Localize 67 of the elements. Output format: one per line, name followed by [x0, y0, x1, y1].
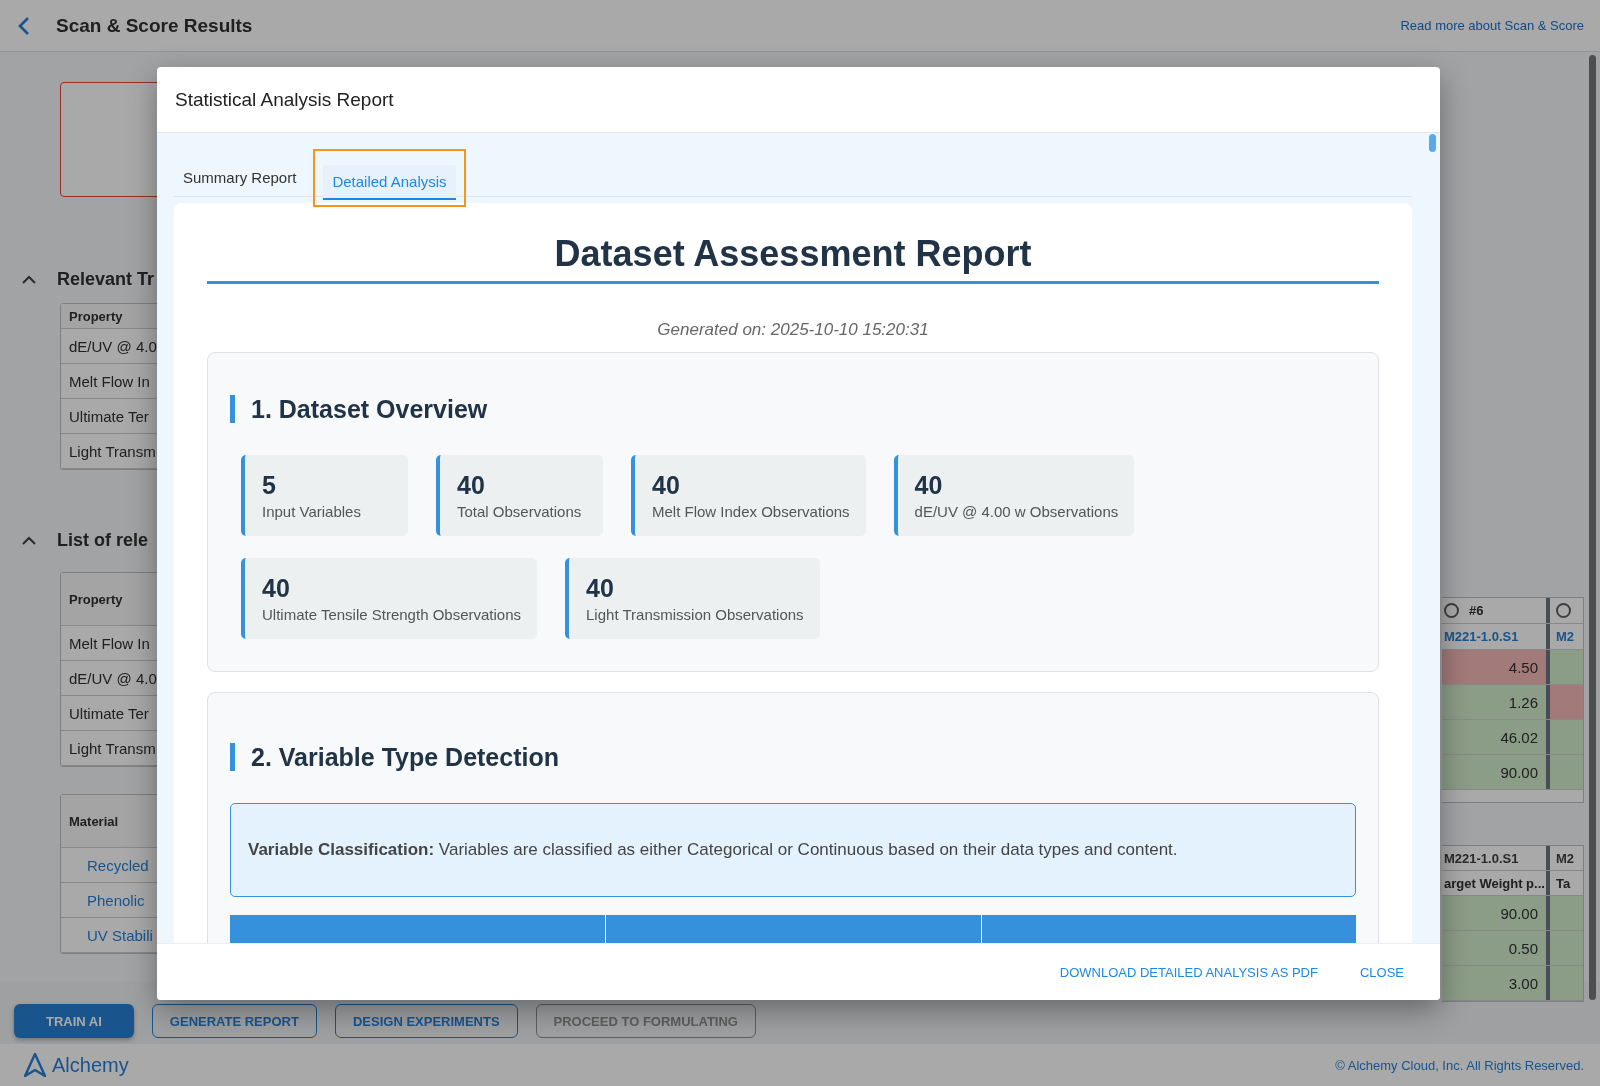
table-cell: Melt Flow In [69, 372, 150, 390]
stat-label: Light Transmission Observations [586, 606, 804, 623]
value-cell: 3.00 [1442, 966, 1550, 1000]
logo-icon [24, 1053, 46, 1077]
stat-value: 5 [262, 471, 277, 500]
table-cell: Ultimate Ter [69, 704, 149, 722]
table-cell: Melt Flow In [69, 634, 150, 652]
section-title: List of rele [57, 529, 149, 551]
action-button[interactable]: GENERATE REPORT [151, 1004, 317, 1038]
value-cell: 90.00 [1442, 755, 1550, 789]
material-link[interactable]: Phenolic [69, 891, 145, 909]
column-header: Ta [1556, 875, 1571, 891]
dialog-button[interactable]: CLOSE [1349, 956, 1414, 988]
column-header: Material [69, 813, 119, 829]
tab[interactable]: Detailed Analysis [323, 164, 456, 200]
section-heading: 2. Variable Type Detection [230, 743, 1356, 771]
table-cell: Light Transm [69, 442, 156, 460]
dialog-title: Statistical Analysis Report [175, 88, 394, 111]
section-heading: 1. Dataset Overview [230, 395, 1356, 423]
section-title: Relevant Tr [57, 268, 155, 290]
value-cell: 0.50 [1442, 931, 1550, 965]
generated-date: Generated on: 2025-10-10 15:20:31 [656, 320, 930, 340]
stat-label: Ultimate Tensile Strength Observations [262, 606, 521, 623]
column-header: Property [69, 591, 123, 607]
table-cell: Light Transm [69, 739, 156, 757]
dialog-button[interactable]: DOWNLOAD DETAILED ANALYSIS AS PDF [1049, 956, 1328, 988]
stat-label: Total Observations [457, 503, 583, 520]
brand-name: Alchemy [52, 1053, 129, 1077]
collapse-icon[interactable] [22, 274, 36, 284]
stat-value: 40 [262, 574, 291, 603]
column-header: M2 [1556, 850, 1575, 866]
stat-value: 40 [652, 471, 681, 500]
back-icon[interactable] [18, 15, 30, 36]
report-title: Dataset Assessment Report [207, 233, 1379, 284]
value-cell: 90.00 [1442, 896, 1550, 930]
scrollbar-thumb[interactable] [1429, 134, 1436, 152]
page-title: Scan & Score Results [56, 14, 253, 37]
help-link[interactable]: Read more about Scan & Score [1400, 18, 1584, 33]
copyright: © Alchemy Cloud, Inc. All Rights Reserved. [1335, 1057, 1584, 1073]
column-header: #6 [1469, 603, 1484, 618]
radio-button[interactable] [1444, 603, 1459, 618]
stat-value: 40 [586, 574, 615, 603]
sample-link[interactable]: M2 [1556, 629, 1575, 644]
material-link[interactable]: UV Stabili [69, 926, 153, 944]
table-cell: dE/UV @ 4.0 [69, 337, 157, 355]
stat-label: Melt Flow Index Observations [652, 503, 850, 520]
action-button[interactable]: TRAIN AI [14, 1004, 134, 1038]
column-header: Property [69, 308, 123, 324]
info-text: Variable Classification: Variables are classified as either Categorical or Continuous based on their data types and content. [248, 840, 1178, 859]
radio-button[interactable] [1556, 603, 1571, 618]
tab[interactable]: Summary Report [174, 161, 306, 196]
value-cell: 1.26 [1442, 685, 1550, 719]
sample-link[interactable]: M221-1.0.S1 [1444, 629, 1519, 644]
table-cell: Ultimate Ter [69, 407, 149, 425]
value-cell: 46.02 [1442, 720, 1550, 754]
table-cell: dE/UV @ 4.0 [69, 669, 157, 687]
column-header: arget Weight p... [1444, 875, 1545, 891]
stat-value: 40 [457, 471, 486, 500]
collapse-icon[interactable] [22, 535, 36, 545]
value-cell: 4.50 [1442, 650, 1550, 684]
stat-value: 40 [914, 471, 944, 500]
material-link[interactable]: Recycled [69, 856, 149, 874]
stat-label: Input Variables [262, 503, 362, 520]
column-header: M221-1.0.S1 [1444, 850, 1519, 866]
action-button[interactable]: DESIGN EXPERIMENTS [334, 1004, 518, 1038]
stat-label: dE/UV @ 4.00 w Observations [914, 503, 1119, 520]
scrollbar[interactable] [1589, 55, 1596, 1000]
